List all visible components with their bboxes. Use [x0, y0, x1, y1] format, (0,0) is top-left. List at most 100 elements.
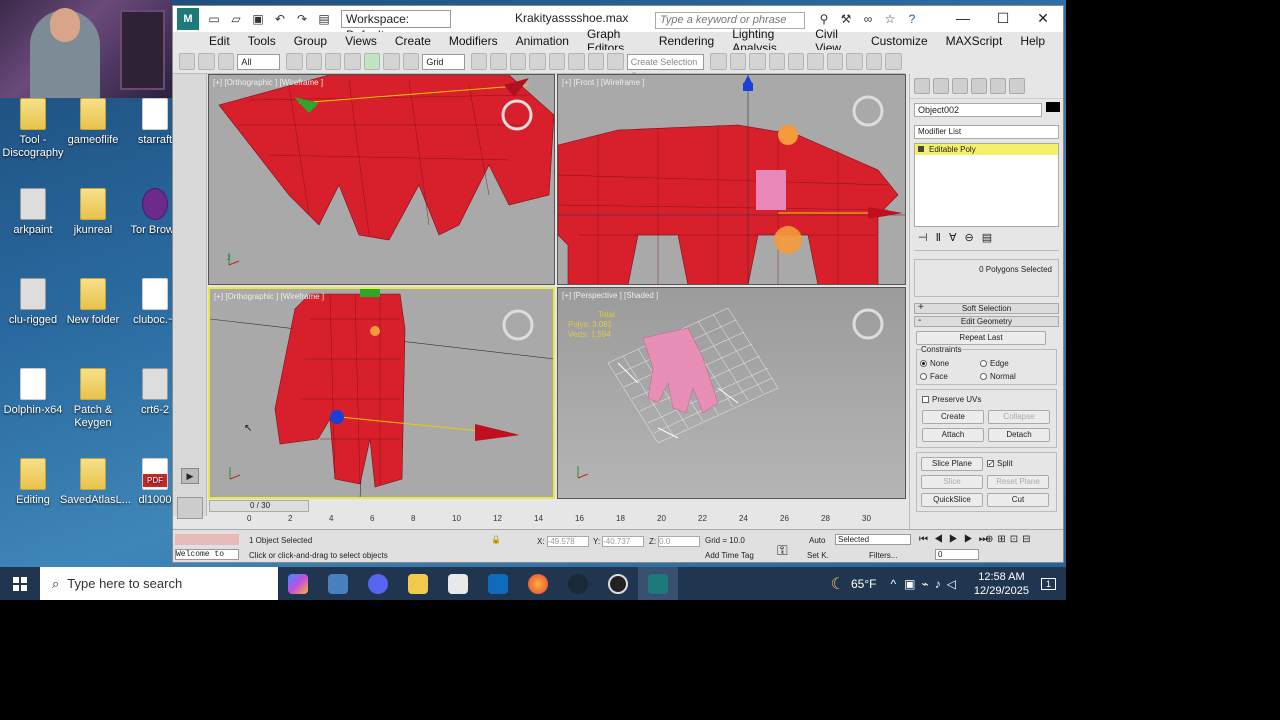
current-frame-field[interactable]: 0	[935, 549, 979, 560]
menu-tools[interactable]: Tools	[248, 34, 276, 48]
reset-plane-button[interactable]: Reset Plane	[987, 475, 1049, 489]
desktop-icon[interactable]: jkunreal	[60, 188, 126, 237]
edit-named-sel-icon[interactable]	[607, 53, 624, 70]
object-color-swatch[interactable]	[1046, 102, 1060, 112]
file-explorer-icon[interactable]	[398, 567, 438, 600]
window-crossing-icon[interactable]	[344, 53, 361, 70]
constraint-edge[interactable]: Edge	[980, 359, 1009, 368]
rollout-soft-selection[interactable]: + Soft Selection	[914, 303, 1059, 314]
maxscript-listener[interactable]	[175, 534, 239, 545]
close-icon[interactable]: ✕	[1023, 6, 1063, 32]
x-coord[interactable]: -49.578	[546, 536, 589, 547]
create-tab-icon[interactable]	[914, 78, 930, 94]
scene-explorer-icon[interactable]	[768, 53, 785, 70]
angle-snap-icon[interactable]	[548, 53, 566, 70]
motion-tab-icon[interactable]	[971, 78, 987, 94]
help-icon[interactable]: ?	[904, 11, 920, 27]
align-icon[interactable]	[729, 53, 747, 70]
render-production-icon[interactable]	[885, 53, 902, 70]
display-tab-icon[interactable]	[990, 78, 1006, 94]
desktop-icon[interactable]: clu-rigged	[0, 278, 66, 327]
configure-sets-icon[interactable]: ▤	[982, 231, 992, 250]
desktop-icon[interactable]: SavedAtlasL...	[60, 458, 131, 507]
pivot-center-icon[interactable]	[470, 53, 488, 70]
menu-help[interactable]: Help	[1020, 34, 1045, 48]
hierarchy-tab-icon[interactable]	[952, 78, 968, 94]
object-name-field[interactable]: Object002	[914, 103, 1042, 117]
link-icon[interactable]: ∞	[860, 11, 876, 27]
select-by-name-icon[interactable]	[305, 53, 322, 70]
menu-create[interactable]: Create	[395, 34, 431, 48]
open-file-icon[interactable]: ▱	[228, 11, 244, 27]
playback-controls[interactable]: ⏮◀▶▶⏭	[919, 534, 994, 545]
store-icon[interactable]	[438, 567, 478, 600]
filters-button[interactable]: Filters...	[869, 551, 897, 560]
viewport-label[interactable]: [+] [Perspective ] [Shaded ]	[562, 291, 658, 300]
viewport-label[interactable]: [+] [Orthographic ] [Wireframe ]	[214, 292, 324, 301]
lock-selection-icon[interactable]: 🔒	[491, 535, 501, 544]
curve-editor-icon[interactable]	[787, 53, 805, 70]
minimize-icon[interactable]: —	[943, 6, 983, 32]
viewport-label[interactable]: [+] [Orthographic ] [Wireframe ]	[213, 78, 323, 87]
notification-icon[interactable]: 1	[1040, 577, 1056, 590]
layer-explorer-icon[interactable]	[749, 53, 766, 70]
select-scale-icon[interactable]	[402, 53, 420, 70]
constraint-normal[interactable]: Normal	[980, 372, 1016, 381]
copilot-icon[interactable]	[278, 567, 318, 600]
tools-icon[interactable]: ⚒	[838, 11, 854, 27]
desktop-icon[interactable]: Editing	[0, 458, 66, 507]
bind-space-warp-icon[interactable]	[217, 53, 235, 70]
keyboard-shortcut-icon[interactable]	[509, 53, 527, 70]
ref-coord-dropdown[interactable]: Grid	[422, 53, 465, 70]
workspace-dropdown[interactable]: Workspace: Default	[341, 10, 451, 42]
utilities-tab-icon[interactable]	[1009, 78, 1025, 94]
viewport-layout-icon[interactable]	[177, 497, 203, 519]
link-tool-icon[interactable]	[179, 53, 196, 70]
rect-region-icon[interactable]	[324, 53, 342, 70]
track-bar[interactable]: 0 2 4 6 8 10 12 14 16 18 20 22 24 26 28 30	[247, 514, 907, 528]
auto-key-button[interactable]: Auto	[809, 536, 825, 545]
cut-button[interactable]: Cut	[987, 493, 1049, 507]
tray-icons[interactable]: ▣⌁♪◁	[904, 577, 962, 591]
collapse-button[interactable]: Collapse	[988, 410, 1050, 424]
menu-customize[interactable]: Customize	[871, 34, 928, 48]
desktop-icon[interactable]: Tool - Discography	[0, 98, 66, 160]
unlink-tool-icon[interactable]	[198, 53, 215, 70]
viewport-nav-controls[interactable]: ⊕⊞⊡⊟	[985, 534, 1035, 545]
preserve-uvs-checkbox[interactable]: Preserve UVs	[922, 395, 1051, 404]
expand-panel-icon[interactable]: ▶	[181, 468, 199, 484]
menu-modifiers[interactable]: Modifiers	[449, 34, 498, 48]
app-icon-2[interactable]	[318, 567, 358, 600]
mirror-icon[interactable]	[710, 53, 727, 70]
desktop-icon[interactable]: Patch & Keygen	[60, 368, 126, 430]
viewport-perspective[interactable]: [+] [Perspective ] [Shaded ] Total Polys…	[557, 287, 906, 499]
detach-button[interactable]: Detach	[988, 428, 1050, 442]
pin-stack-icon[interactable]: ⊣	[918, 231, 928, 250]
selection-filter-dropdown[interactable]: All	[237, 53, 281, 70]
viewport-label[interactable]: [+] [Front ] [Wireframe ]	[562, 78, 644, 87]
rendered-frame-icon[interactable]	[865, 53, 883, 70]
viewport-front[interactable]: [+] [Front ] [Wireframe ]	[557, 74, 906, 285]
obs-icon[interactable]	[598, 567, 638, 600]
menu-maxscript[interactable]: MAXScript	[946, 34, 1003, 48]
show-end-result-icon[interactable]: Ⅱ	[936, 231, 941, 250]
steam-icon[interactable]	[558, 567, 598, 600]
desktop-icon[interactable]: Dolphin-x64	[0, 368, 66, 417]
time-slider[interactable]: 0 / 30	[209, 500, 309, 512]
key-filter-dropdown[interactable]: Selected	[835, 534, 911, 545]
max-logo-icon[interactable]: M	[177, 8, 199, 30]
modify-tab-icon[interactable]	[933, 78, 949, 94]
schematic-view-icon[interactable]	[807, 53, 824, 70]
discord-icon[interactable]	[358, 567, 398, 600]
make-unique-icon[interactable]: ∀	[949, 231, 957, 250]
desktop-icon[interactable]: arkpaint	[0, 188, 66, 237]
slice-plane-button[interactable]: Slice Plane	[921, 457, 983, 471]
viewport-orthographic-top[interactable]: [+] [Orthographic ] [Wireframe ] z	[208, 74, 555, 285]
maximize-icon[interactable]: ☐	[983, 6, 1023, 32]
percent-snap-icon[interactable]	[568, 53, 585, 70]
constraint-face[interactable]: Face	[920, 372, 980, 381]
desktop-icon[interactable]: gameoflife	[60, 98, 126, 147]
menu-views[interactable]: Views	[345, 34, 377, 48]
set-key-button[interactable]: Set K.	[807, 551, 829, 560]
add-time-tag[interactable]: Add Time Tag	[705, 551, 754, 560]
